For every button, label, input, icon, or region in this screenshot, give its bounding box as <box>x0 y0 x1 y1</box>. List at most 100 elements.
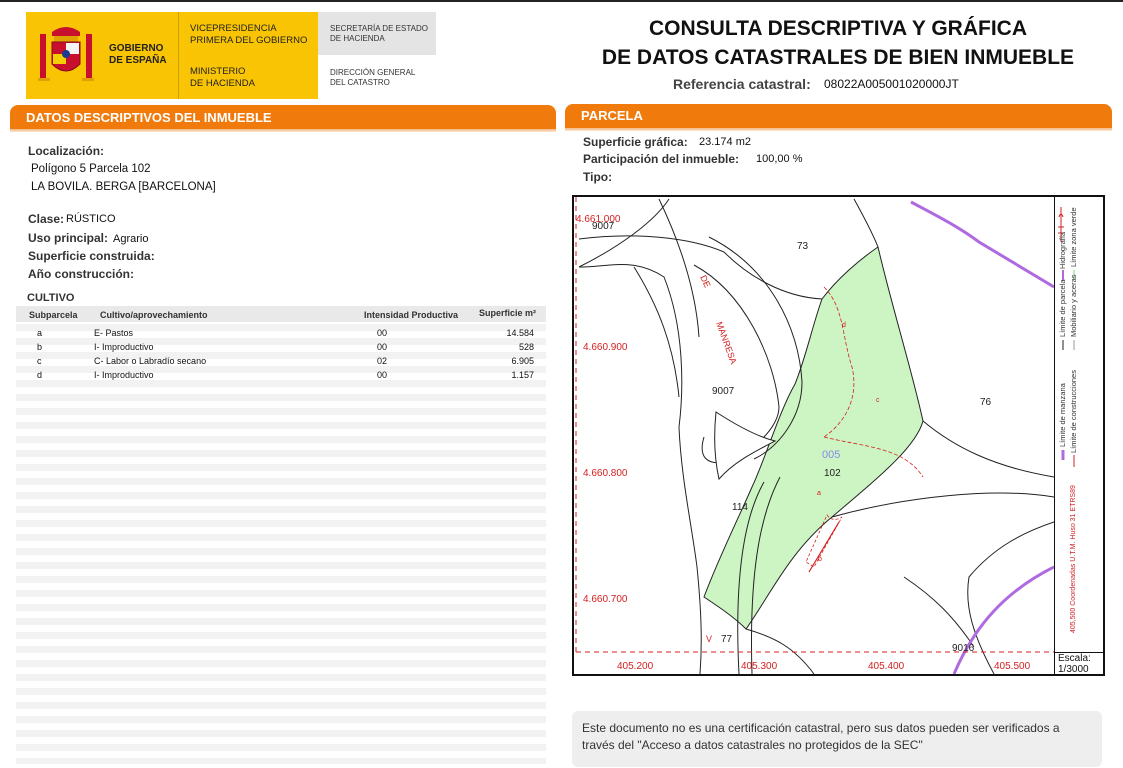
x-coord-label: 405.200 <box>617 661 654 672</box>
uso-value: Agrario <box>113 233 149 245</box>
subparcel-label: d <box>842 322 846 329</box>
legend-hidrografia: Hidrografía <box>1058 231 1067 269</box>
boundary-line <box>967 521 1054 674</box>
scale-box: Escala: 1/3000 <box>1055 652 1103 674</box>
map-drawing: 4.661.000 4.660.900 4.660.800 4.660.700 … <box>575 197 1054 674</box>
subparcel-label: c <box>876 397 880 404</box>
subparcel-label: a <box>817 490 821 497</box>
cell-subparcela: a <box>37 328 43 338</box>
ref-label: Referencia catastral: <box>673 76 811 92</box>
gobierno-logo-band: GOBIERNO DE ESPAÑA VICEPRESIDENCIA PRIME… <box>26 12 318 99</box>
vicepresidencia-text: VICEPRESIDENCIA PRIMERA DEL GOBIERNO <box>190 23 308 46</box>
cultivo-table-header: Subparcela Cultivo/aprovechamiento Inten… <box>16 306 546 322</box>
secretaria-block: SECRETARÍA DE ESTADO DE HACIENDA <box>318 12 436 55</box>
legend-mobiliario: Mobiliario y aceras <box>1069 274 1078 337</box>
cell-intensidad: 00 <box>377 342 388 352</box>
escala-label: Escala: <box>1058 653 1091 664</box>
parcel-label: 73 <box>797 241 809 252</box>
datos-section-header: DATOS DESCRIPTIVOS DEL INMUEBLE <box>10 105 556 132</box>
page-title-line1: CONSULTA DESCRIPTIVA Y GRÁFICA <box>648 17 1028 40</box>
cell-subparcela: b <box>37 342 43 352</box>
parcel-label: 114 <box>732 502 748 513</box>
cell-intensidad: 00 <box>377 328 388 338</box>
cultivo-title: CULTIVO <box>27 292 75 304</box>
table-row: d I- Improductivo 00 1.157 <box>16 369 546 383</box>
localizacion-line1: Polígono 5 Parcela 102 <box>31 163 151 175</box>
clase-value: RÚSTICO <box>66 213 116 225</box>
x-coord-label: 405.500 <box>994 661 1031 672</box>
cell-cultivo: I- Improductivo <box>94 342 154 352</box>
direccion-text: DIRECCIÓN GENERAL DEL CATASTRO <box>330 68 416 87</box>
y-coord-label: 4.660.800 <box>583 468 628 479</box>
boundary-line <box>723 251 823 300</box>
parcela-section-header: PARCELA <box>565 104 1112 131</box>
road-edge <box>658 198 700 338</box>
uso-label: Uso principal: <box>28 231 109 245</box>
legend-limite-manzana: Límite de manzana <box>1058 383 1067 447</box>
ministerio-text: MINISTERIO DE HACIENDA <box>190 66 255 89</box>
disclaimer-notice: Este documento no es una certificación c… <box>572 711 1102 767</box>
parcel-label: 77 <box>721 634 733 645</box>
superficie-construida-label: Superficie construida: <box>28 249 155 263</box>
cell-cultivo: I- Improductivo <box>94 370 154 380</box>
th-superficie: Superficie m² <box>479 308 537 318</box>
hidrografia-line <box>910 200 1054 289</box>
poligono-label: 005 <box>822 449 840 461</box>
hidrografia-line <box>952 565 1054 674</box>
boundary-line <box>903 576 975 648</box>
street-label: MANRESA <box>714 320 739 365</box>
boundary-line <box>578 235 725 253</box>
cell-superficie: 14.584 <box>506 328 534 338</box>
cell-subparcela: c <box>37 356 42 366</box>
x-coord-label: 405.400 <box>868 661 905 672</box>
legend-construcciones: Límite de construcciones <box>1069 370 1078 453</box>
clase-label: Clase: <box>28 212 65 226</box>
parcel-label: 76 <box>980 397 992 408</box>
superficie-grafica-label: Superficie gráfica: <box>583 135 688 149</box>
y-coord-label: 4.660.700 <box>583 594 628 605</box>
legend-coordenadas: 405,500 Coordenadas U.T.M. Huso 31 ETRS8… <box>1070 485 1077 633</box>
subparcel-label: b <box>818 556 822 563</box>
participacion-value: 100,00 % <box>756 153 803 165</box>
y-coord-label: 4.660.900 <box>583 342 628 353</box>
cell-cultivo: E- Pastos <box>94 328 134 338</box>
gobierno-text: GOBIERNO DE ESPAÑA <box>109 43 167 66</box>
cadastral-map[interactable]: 4.661.000 4.660.900 4.660.800 4.660.700 … <box>572 195 1105 676</box>
parcel-label: 9007 <box>592 221 615 232</box>
superficie-grafica-value: 23.174 m2 <box>699 136 751 148</box>
road-edge <box>633 266 680 398</box>
x-coord-label: 405.300 <box>741 661 778 672</box>
legend-limite-parcela: Límite de parcela <box>1058 279 1067 337</box>
top-rule <box>0 0 1123 2</box>
parcel-label: 9016 <box>952 643 975 654</box>
th-subparcela: Subparcela <box>29 310 78 320</box>
legend-zona-verde: Límite zona verde <box>1069 207 1078 267</box>
page-title-line2: DE DATOS CATASTRALES DE BIEN INMUEBLE <box>601 46 1075 69</box>
localizacion-label: Localización: <box>28 144 105 158</box>
ref-value: 08022A005001020000JT <box>824 77 959 91</box>
parcel-label: 102 <box>824 468 841 479</box>
participacion-label: Participación del inmueble: <box>583 152 740 166</box>
secretaria-text: SECRETARÍA DE ESTADO DE HACIENDA <box>330 24 428 43</box>
page-title: CONSULTA DESCRIPTIVA Y GRÁFICA DE DATOS … <box>560 14 1116 72</box>
localizacion-line2: LA BOVILA. BERGA [BARCELONA] <box>31 181 216 193</box>
table-striped-background <box>16 324 546 764</box>
th-intensidad: Intensidad Productiva <box>364 310 459 320</box>
table-row: b I- Improductivo 00 528 <box>16 341 546 355</box>
cell-intensidad: 02 <box>377 356 388 366</box>
boundary-line <box>831 492 1054 518</box>
logo-separator <box>178 12 179 99</box>
cell-superficie: 1.157 <box>511 370 534 380</box>
cell-subparcela: d <box>37 370 43 380</box>
boundary-line <box>853 198 879 248</box>
cell-superficie: 6.905 <box>511 356 534 366</box>
parcel-label: 9007 <box>712 386 735 397</box>
table-row: c C- Labor o Labradío secano 02 6.905 <box>16 355 546 369</box>
th-cultivo: Cultivo/aprovechamiento <box>100 310 208 320</box>
street-label: V <box>706 634 712 644</box>
cell-intensidad: 00 <box>377 370 388 380</box>
boundary-line <box>922 420 1054 478</box>
tipo-label: Tipo: <box>583 170 613 184</box>
cell-cultivo: C- Labor o Labradío secano <box>94 356 207 366</box>
anio-construccion-label: Año construcción: <box>28 267 135 281</box>
